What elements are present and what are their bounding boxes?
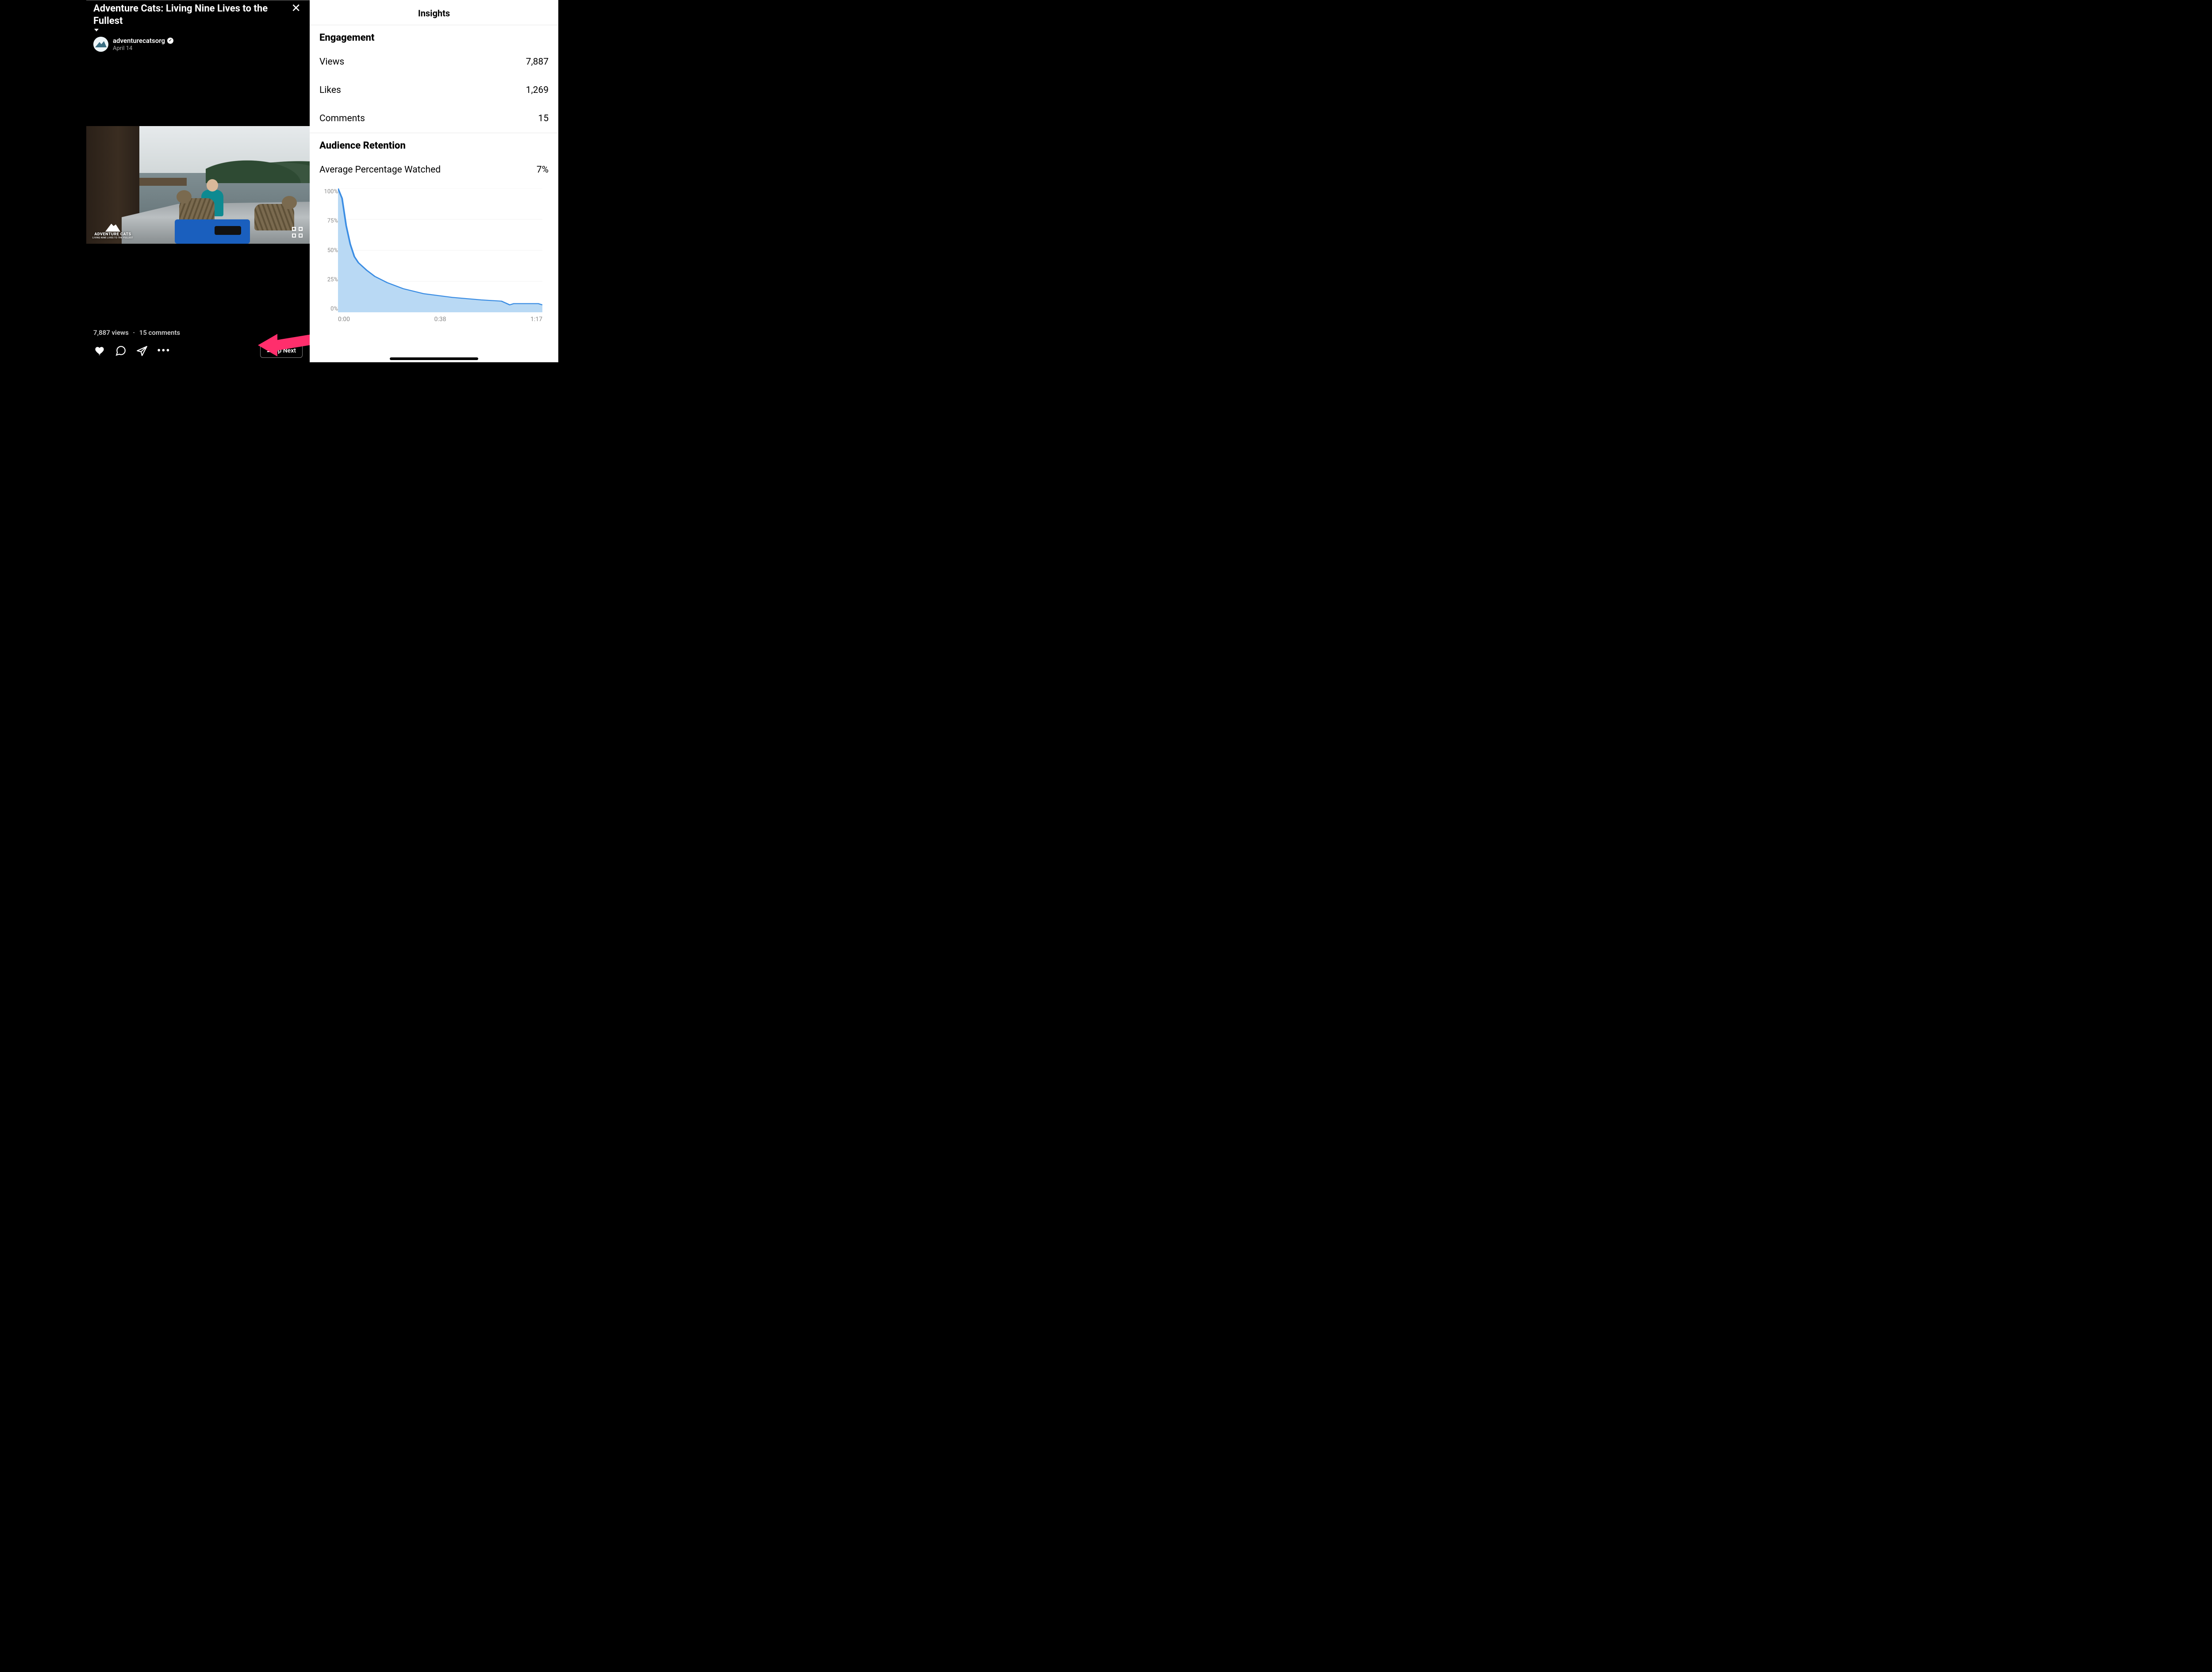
insights-header: Insights [310,0,558,25]
chart-plot-area [338,188,542,312]
like-icon[interactable] [93,345,106,357]
more-icon[interactable]: ••• [157,345,170,357]
metric-views: Views 7,887 [310,48,558,76]
video-title[interactable]: Adventure Cats: Living Nine Lives to the… [93,3,270,31]
comments-count: 15 comments [139,329,180,337]
insights-panel: Insights Engagement Views 7,887 Likes 1,… [310,0,558,362]
metric-avg-watched: Average Percentage Watched 7% [310,156,558,184]
comments-label: Comments [319,113,365,124]
up-next-button[interactable]: Up Next [260,344,303,358]
chevron-up-icon [267,349,271,352]
avg-watched-label: Average Percentage Watched [319,165,441,175]
chart-x-axis: 0:00 0:38 1:17 [338,316,542,323]
fullscreen-icon[interactable] [292,227,303,238]
chart-y-axis: 100% 75% 50% 25% 0% [316,188,338,312]
share-icon[interactable] [136,345,148,357]
username[interactable]: adventurecatsorg [113,37,165,45]
post-date: April 14 [113,45,173,52]
views-value: 7,887 [526,57,549,67]
avg-watched-value: 7% [537,165,549,175]
likes-label: Likes [319,85,341,96]
chevron-down-icon [94,29,99,31]
retention-chart: 100% 75% 50% 25% 0% 0:00 0:38 1:17 [310,184,558,326]
avatar[interactable] [93,37,108,52]
home-indicator [390,357,478,360]
views-count: 7,887 views [93,329,129,337]
metric-likes: Likes 1,269 [310,76,558,104]
video-panel: Adventure Cats: Living Nine Lives to the… [86,0,310,362]
watermark: ADVENTURE CATS LIVING NINE LIVES TO THE … [92,224,133,239]
retention-title: Audience Retention [310,133,558,156]
likes-value: 1,269 [526,85,549,96]
metric-comments: Comments 15 [310,104,558,133]
views-label: Views [319,57,344,67]
up-next-label: Up Next [274,347,296,354]
verified-badge-icon: ✓ [167,38,173,44]
video-title-text: Adventure Cats: Living Nine Lives to the… [93,3,270,27]
video-thumbnail[interactable]: ADVENTURE CATS LIVING NINE LIVES TO THE … [86,126,310,244]
close-icon[interactable]: ✕ [289,3,303,14]
comment-icon[interactable] [115,345,127,357]
engagement-title: Engagement [310,25,558,48]
comments-value: 15 [538,113,549,124]
stats-line: 7,887 views · 15 comments [93,329,303,337]
